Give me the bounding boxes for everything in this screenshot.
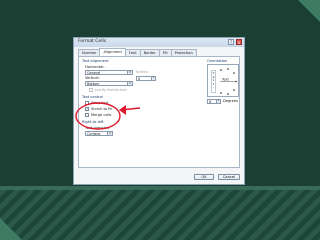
horizontal-select[interactable]: General ▾ [85, 70, 133, 75]
right-to-left-heading: Right-to-left [82, 120, 104, 124]
vertical-value: Bottom [87, 82, 100, 86]
tab-strip: Number Alignment Font Border Fill Protec… [78, 48, 197, 57]
orientation-control[interactable]: T e x t Text [207, 64, 239, 97]
indent-stepper[interactable]: 0 ⇕ [136, 76, 156, 81]
chevron-down-icon: ▾ [127, 82, 132, 85]
chevron-down-icon: ▾ [127, 71, 132, 74]
vertical-select[interactable]: Bottom ▾ [85, 81, 133, 86]
justify-distributed-checkbox[interactable] [89, 88, 93, 92]
indent-value: 0 [138, 77, 141, 81]
orientation-heading: Orientation [207, 59, 228, 63]
indent-label: Indent: [136, 70, 149, 74]
ok-button[interactable]: OK [194, 174, 214, 180]
help-button[interactable]: ? [228, 39, 234, 45]
stepper-arrows-icon: ⇕ [216, 100, 220, 103]
close-button[interactable]: x [236, 39, 242, 45]
cancel-button[interactable]: Cancel [218, 174, 240, 180]
shrink-to-fit-label: Shrink to fit [91, 107, 112, 111]
vertical-label: Vertical: [85, 76, 100, 80]
stepper-arrows-icon: ⇕ [151, 77, 155, 80]
vertical-text-button[interactable]: T e x t [211, 70, 216, 93]
background-band [0, 190, 320, 240]
degrees-value: 0 [209, 100, 212, 104]
merge-cells-checkbox[interactable] [85, 113, 89, 117]
corner-decoration-top-right [298, 0, 320, 22]
text-alignment-heading: Text alignment [82, 59, 109, 63]
wrap-text-checkbox[interactable] [85, 101, 89, 105]
justify-distributed-label: Justify distributed [95, 88, 127, 92]
shrink-to-fit-checkbox[interactable]: ✓ [85, 107, 89, 111]
corner-decoration-bottom-left [0, 218, 22, 240]
orientation-dial-text: Text [221, 78, 230, 82]
chevron-down-icon: ▾ [107, 132, 112, 135]
text-direction-select[interactable]: Context ▾ [85, 131, 113, 136]
alignment-panel: Text alignment Horizontal: General ▾ Ind… [78, 56, 240, 168]
horizontal-value: General [87, 71, 101, 75]
text-direction-value: Context [87, 132, 101, 136]
merge-cells-label: Merge cells [91, 113, 112, 117]
degrees-stepper[interactable]: 0 ⇕ [207, 99, 221, 104]
orientation-dial-icon[interactable]: Text [219, 67, 238, 96]
dialog-titlebar: Format Cells ? x [74, 38, 244, 47]
horizontal-label: Horizontal: [85, 65, 105, 69]
format-cells-dialog: Format Cells ? x Number Alignment Font B… [73, 37, 245, 185]
degrees-label: Degrees [223, 99, 238, 103]
wrap-text-label: Wrap text [91, 101, 109, 105]
text-direction-label: Text direction: [85, 126, 111, 130]
text-control-heading: Text control [82, 95, 103, 99]
dialog-title: Format Cells [78, 39, 107, 44]
